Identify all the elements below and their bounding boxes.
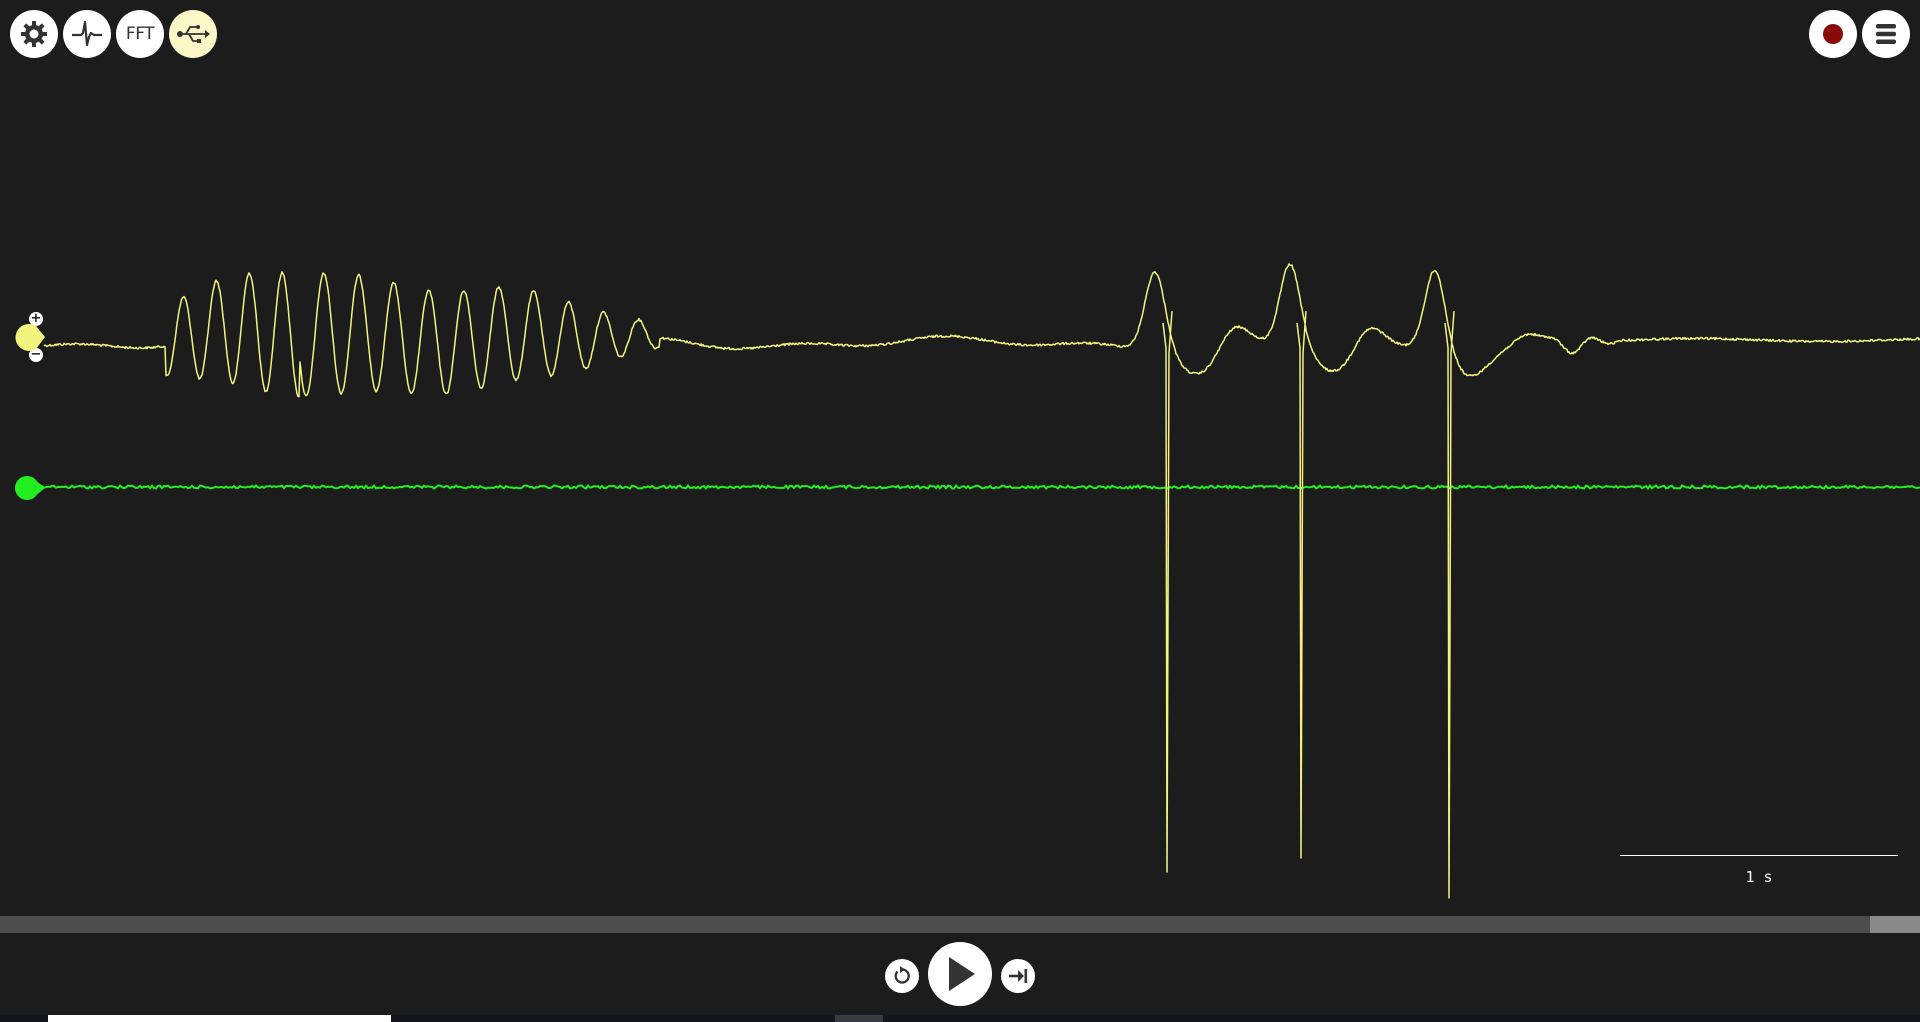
bottom-status-bar xyxy=(0,1015,1920,1022)
rewind-icon xyxy=(894,966,910,984)
rewind-button[interactable] xyxy=(885,959,919,993)
skip-to-end-button[interactable] xyxy=(1001,959,1035,993)
skip-to-end-icon xyxy=(1009,969,1028,983)
play-button[interactable] xyxy=(928,942,992,1006)
channel-2-handle[interactable] xyxy=(14,475,46,501)
channel-1-handle[interactable] xyxy=(14,323,46,353)
channel-2-trace xyxy=(29,483,1920,491)
channel-1-trace xyxy=(43,263,1920,899)
bottom-position-marker xyxy=(835,1015,883,1022)
scrollbar-thumb[interactable] xyxy=(1870,916,1920,933)
bottom-progress-indicator xyxy=(48,1015,391,1022)
recording-app: FFT + − 1 s xyxy=(0,0,1920,1022)
timescale-label: 1 s xyxy=(1745,868,1773,886)
timeline-scrollbar[interactable] xyxy=(0,916,1920,933)
timescale-bar xyxy=(1620,855,1898,856)
play-icon xyxy=(949,957,975,991)
